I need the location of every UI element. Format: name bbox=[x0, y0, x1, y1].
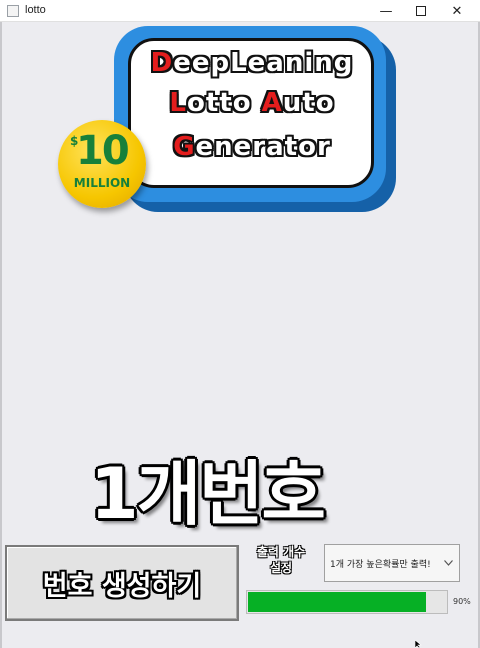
logo-line-3: Generator bbox=[173, 132, 331, 162]
million-coin-icon: $ 10 MILLION bbox=[58, 120, 146, 208]
count-setting-label: 출력 개수 설정 bbox=[256, 545, 306, 575]
chevron-down-icon bbox=[441, 556, 455, 570]
generate-numbers-button[interactable]: 번호 생성하기 bbox=[5, 545, 239, 621]
count-select-value: 1개 가장 높은확률만 출력! bbox=[330, 559, 431, 570]
close-icon: ✕ bbox=[451, 3, 463, 19]
app-icon bbox=[7, 5, 19, 17]
result-display: 1개번호 bbox=[90, 453, 326, 535]
progress-bar bbox=[246, 590, 448, 614]
mouse-cursor-icon bbox=[415, 640, 422, 648]
progress-fill bbox=[248, 592, 426, 612]
maximize-button[interactable] bbox=[404, 0, 438, 22]
logo-line-2: Lotto Auto bbox=[169, 88, 335, 118]
coin-text: MILLION bbox=[73, 176, 131, 190]
count-select[interactable]: 1개 가장 높은확률만 출력! bbox=[324, 544, 460, 582]
progress-percent-label: 90% bbox=[453, 597, 471, 606]
minimize-button[interactable]: — bbox=[369, 0, 403, 22]
logo-line-1: DeepLeaning bbox=[150, 48, 354, 78]
window-title: lotto bbox=[25, 4, 46, 16]
app-logo: DeepLeaning Lotto Auto Generator $ 10 MI… bbox=[56, 22, 396, 217]
generate-button-label: 번호 생성하기 bbox=[42, 570, 202, 602]
minimize-icon: — bbox=[379, 3, 393, 19]
window-frame-left bbox=[0, 22, 2, 648]
title-bar: lotto — ✕ bbox=[0, 0, 480, 22]
maximize-icon bbox=[416, 6, 426, 16]
coin-number: 10 bbox=[76, 128, 130, 174]
close-button[interactable]: ✕ bbox=[440, 0, 474, 22]
